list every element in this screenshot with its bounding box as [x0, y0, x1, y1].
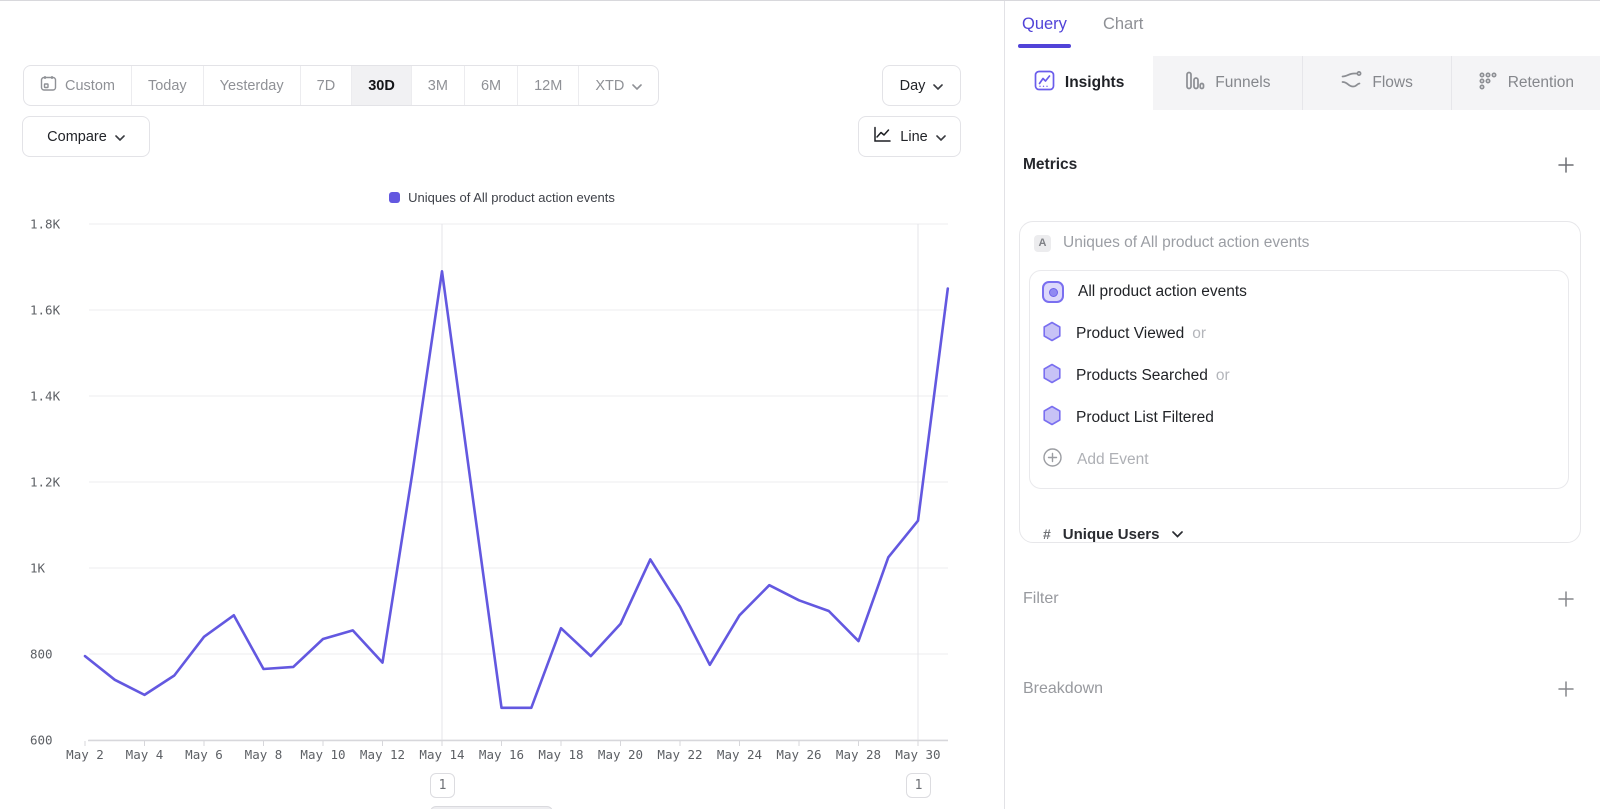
svg-text:May 2: May 2 [66, 747, 104, 762]
flows-icon [1340, 70, 1362, 96]
svg-text:1.4K: 1.4K [30, 389, 61, 404]
svg-text:May 30: May 30 [895, 747, 940, 762]
event-row-all-product-action-events[interactable]: All product action events [1030, 271, 1568, 313]
tab-label: Insights [1065, 74, 1124, 92]
add-event-button[interactable]: Add Event [1030, 439, 1568, 481]
all-events-icon [1042, 281, 1064, 303]
report-type-tabs: Insights Funnels [1005, 56, 1600, 110]
event-row-product-viewed[interactable]: Product Viewed or [1030, 313, 1568, 355]
svg-text:May 26: May 26 [776, 747, 821, 762]
measurement-dropdown[interactable]: # Unique Users [1043, 525, 1183, 543]
insights-icon [1034, 70, 1055, 96]
svg-text:600: 600 [30, 733, 53, 748]
chart-pane: Custom Today Yesterday 7D 30D 3M 6M 12M … [0, 1, 1004, 809]
metrics-section-header: Metrics [1023, 155, 1576, 175]
svg-text:May 10: May 10 [300, 747, 345, 762]
tab-label: Flows [1372, 74, 1412, 92]
svg-text:May 12: May 12 [360, 747, 405, 762]
svg-text:1.8K: 1.8K [30, 217, 61, 232]
filter-section-header: Filter [1023, 589, 1576, 609]
insights-report-window: Custom Today Yesterday 7D 30D 3M 6M 12M … [0, 0, 1600, 809]
event-row-products-searched[interactable]: Products Searched or [1030, 355, 1568, 397]
svg-text:1K: 1K [30, 561, 46, 576]
series-badge: A [1034, 235, 1051, 252]
hash-icon: # [1043, 526, 1051, 542]
svg-text:May 6: May 6 [185, 747, 223, 762]
tab-funnels[interactable]: Funnels [1153, 56, 1301, 110]
svg-text:May 18: May 18 [538, 747, 583, 762]
events-list: All product action events Product Viewed… [1029, 270, 1569, 489]
panel-mode-tabs: Query Chart [1022, 15, 1143, 48]
series-title: Uniques of All product action events [1063, 234, 1309, 252]
add-filter-button[interactable] [1556, 589, 1576, 609]
annotation-marker-2[interactable]: 1 [906, 773, 931, 798]
svg-text:800: 800 [30, 647, 53, 662]
metrics-title: Metrics [1023, 156, 1077, 174]
hexagon-icon [1042, 363, 1062, 390]
tab-chart[interactable]: Chart [1103, 15, 1143, 48]
annotation-marker-1[interactable]: 1 [430, 773, 455, 798]
metric-card: A Uniques of All product action events A… [1019, 221, 1581, 543]
tab-insights[interactable]: Insights [1005, 56, 1153, 110]
tab-retention[interactable]: Retention [1451, 56, 1600, 110]
svg-text:May 8: May 8 [245, 747, 283, 762]
svg-text:May 22: May 22 [657, 747, 702, 762]
chevron-down-icon [1172, 525, 1183, 543]
hexagon-icon [1042, 405, 1062, 432]
svg-text:May 4: May 4 [126, 747, 164, 762]
event-row-product-list-filtered[interactable]: Product List Filtered [1030, 397, 1568, 439]
svg-text:May 20: May 20 [598, 747, 643, 762]
line-chart: 1.8K 1.6K 1.4K 1.2K 1K 800 600 May 2 May 4 May 6 M… [0, 1, 1004, 809]
retention-icon [1478, 71, 1498, 96]
svg-text:May 16: May 16 [479, 747, 524, 762]
add-metric-button[interactable] [1556, 155, 1576, 175]
add-breakdown-button[interactable] [1556, 679, 1576, 699]
svg-text:1.6K: 1.6K [30, 303, 61, 318]
breakdown-title: Breakdown [1023, 680, 1103, 698]
filter-title: Filter [1023, 590, 1059, 608]
series-header[interactable]: A Uniques of All product action events [1034, 234, 1309, 252]
hexagon-icon [1042, 321, 1062, 348]
tab-flows[interactable]: Flows [1302, 56, 1451, 110]
plus-circle-icon [1042, 447, 1063, 473]
svg-text:1.2K: 1.2K [30, 475, 61, 490]
tab-label: Funnels [1215, 74, 1270, 92]
query-panel: Query Chart Insights [1005, 1, 1600, 809]
breakdown-section-header: Breakdown [1023, 679, 1576, 699]
svg-text:May 14: May 14 [419, 747, 464, 762]
tab-query[interactable]: Query [1022, 15, 1067, 48]
funnels-icon [1184, 70, 1205, 96]
svg-text:May 28: May 28 [836, 747, 881, 762]
svg-text:May 24: May 24 [717, 747, 762, 762]
tab-label: Retention [1508, 74, 1574, 92]
